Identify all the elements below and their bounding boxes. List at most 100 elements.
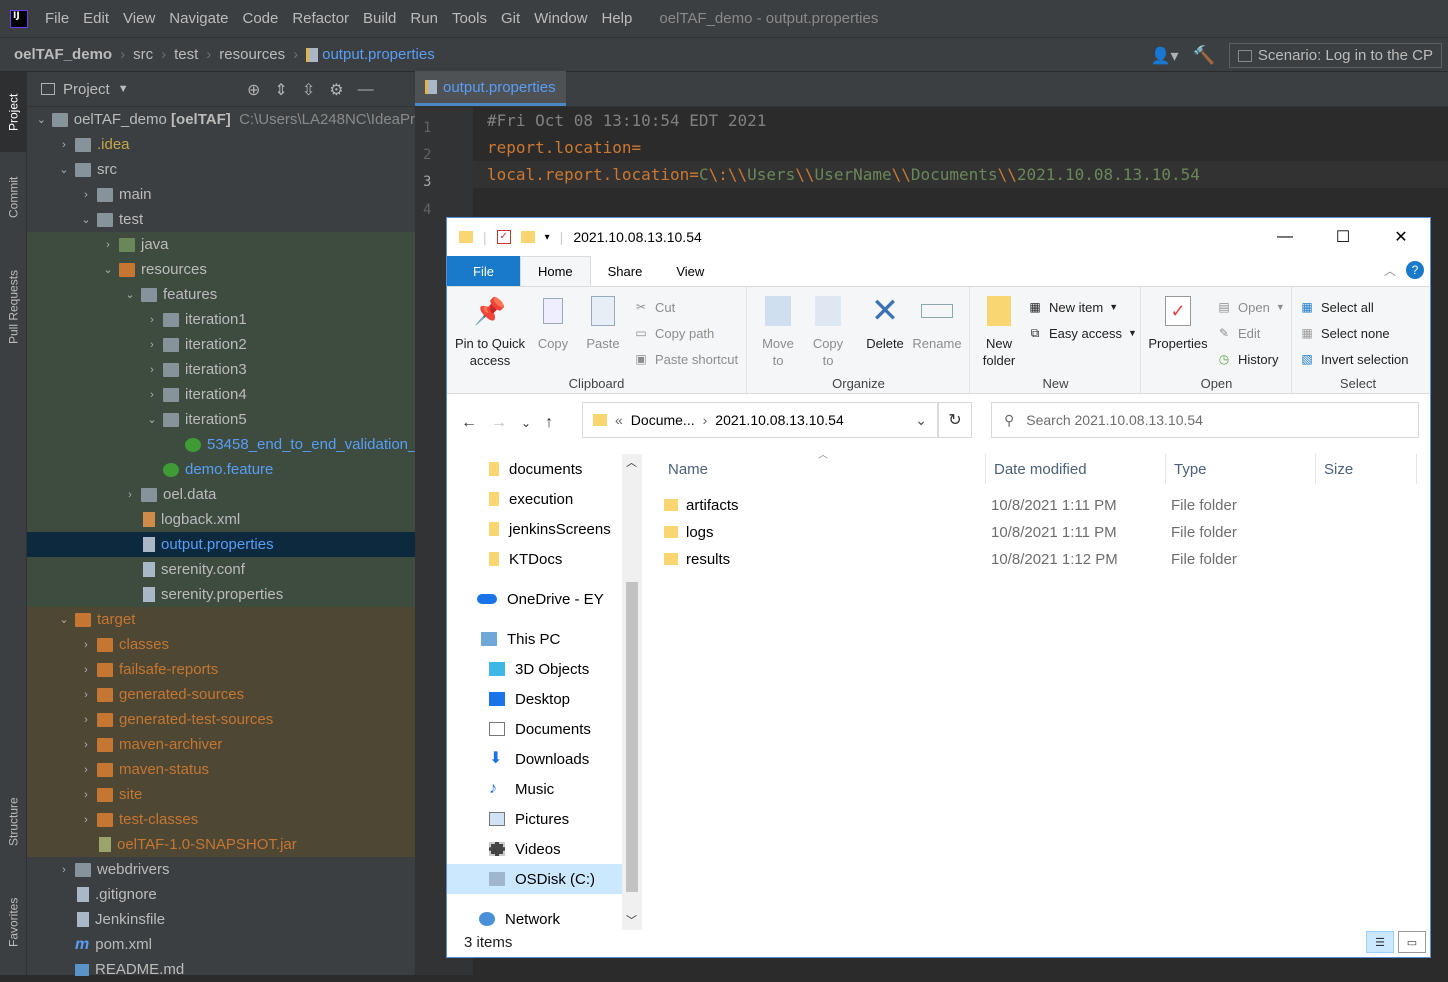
tree-item[interactable]: › maven-archiver	[27, 732, 415, 757]
new-folder-quick-icon[interactable]	[520, 231, 535, 243]
tree-item[interactable]: demo.feature	[27, 457, 415, 482]
nav-item[interactable]: Documents	[447, 714, 622, 744]
large-icons-view-icon[interactable]: ▭	[1398, 931, 1426, 953]
code-line-3[interactable]: local.report.location=C\:\\Users\\UserNa…	[487, 165, 1200, 184]
file-row[interactable]: logs 10/8/2021 1:11 PM File folder	[664, 519, 1414, 546]
cut-button[interactable]: ✂ Cut	[633, 299, 675, 315]
tree-item[interactable]: serenity.conf	[27, 557, 415, 582]
collapse-all-icon[interactable]: ⇳	[302, 80, 315, 100]
chevron-down-icon[interactable]: ﹀	[626, 912, 637, 928]
tree-item[interactable]: ⌄ test	[27, 207, 415, 232]
tree-item[interactable]: › main	[27, 182, 415, 207]
easy-access-button[interactable]: ⧉ Easy access ▼	[1027, 325, 1137, 341]
tree-item[interactable]: serenity.properties	[27, 582, 415, 607]
column-divider[interactable]	[985, 454, 986, 484]
column-divider[interactable]	[1416, 454, 1417, 484]
tree-item[interactable]: › maven-status	[27, 757, 415, 782]
chevron-down-icon[interactable]: ▾	[545, 232, 550, 243]
details-view-icon[interactable]: ☰	[1366, 931, 1394, 953]
paste-button[interactable]: Paste	[581, 293, 625, 352]
copy-to-button[interactable]: Copy to	[806, 293, 850, 369]
move-to-button[interactable]: Move to	[756, 293, 800, 369]
column-divider[interactable]	[1165, 454, 1166, 484]
refresh-icon[interactable]: ↻	[938, 402, 972, 438]
nav-item[interactable]: jenkinsScreens	[447, 514, 622, 544]
select-none-button[interactable]: ▦ Select none	[1299, 325, 1389, 341]
tree-item[interactable]: › site	[27, 782, 415, 807]
recent-locations-chevron-icon[interactable]: ⌄	[521, 416, 531, 430]
file-row[interactable]: artifacts 10/8/2021 1:11 PM File folder	[664, 492, 1414, 519]
minimize-icon[interactable]: —	[358, 81, 374, 99]
delete-button[interactable]: ✕ Delete	[860, 293, 910, 352]
search-input[interactable]: ⚲ Search 2021.10.08.13.10.54	[991, 402, 1419, 438]
breadcrumb-resources[interactable]: resources	[215, 46, 289, 63]
menu-run[interactable]: Run	[403, 10, 445, 27]
menu-code[interactable]: Code	[235, 10, 285, 27]
menu-refactor[interactable]: Refactor	[285, 10, 356, 27]
code-line-2[interactable]: report.location=	[487, 138, 641, 157]
edit-button[interactable]: ✎ Edit	[1216, 325, 1260, 341]
help-icon[interactable]: ?	[1406, 261, 1424, 279]
nav-item[interactable]: execution	[447, 484, 622, 514]
minimize-icon[interactable]: —	[1256, 218, 1314, 256]
project-panel-title[interactable]: Project	[63, 81, 110, 98]
menu-window[interactable]: Window	[527, 10, 594, 27]
paste-shortcut-button[interactable]: ▣ Paste shortcut	[633, 351, 738, 367]
pin-quick-access-button[interactable]: 📌 Pin to Quick access	[453, 293, 527, 369]
tree-item[interactable]: README.md	[27, 957, 415, 982]
ribbon-tab-file[interactable]: File	[447, 256, 520, 286]
tree-item[interactable]: › failsafe-reports	[27, 657, 415, 682]
menu-help[interactable]: Help	[595, 10, 640, 27]
properties-check-icon[interactable]: ✓	[496, 230, 511, 244]
nav-item[interactable]: OneDrive - EY	[447, 584, 622, 614]
open-button[interactable]: ▤ Open ▼	[1216, 299, 1284, 315]
tree-item[interactable]: › iteration3	[27, 357, 415, 382]
ribbon-tab-view[interactable]: View	[659, 256, 721, 286]
new-folder-button[interactable]: New folder	[977, 293, 1021, 369]
tree-item[interactable]: › java	[27, 232, 415, 257]
breadcrumb-src[interactable]: src	[129, 46, 157, 63]
locate-icon[interactable]: ⊕	[247, 80, 260, 100]
editor-tab-output-properties[interactable]: output.properties	[415, 71, 566, 106]
nav-item[interactable]: ♪ Music	[447, 774, 622, 804]
copy-button[interactable]: Copy	[531, 293, 575, 352]
tree-item[interactable]: › generated-sources	[27, 682, 415, 707]
tree-item[interactable]: ⌄ features	[27, 282, 415, 307]
menu-file[interactable]: File	[38, 10, 76, 27]
tree-item[interactable]: › .idea	[27, 132, 415, 157]
tree-item-selected[interactable]: output.properties	[27, 532, 415, 557]
nav-item[interactable]: ⬇ Downloads	[447, 744, 622, 774]
scrollbar-thumb[interactable]	[626, 582, 638, 892]
new-item-button[interactable]: ▦ New item ▼	[1027, 299, 1118, 315]
tree-item[interactable]: › classes	[27, 632, 415, 657]
chevron-up-icon[interactable]: ︿	[626, 454, 637, 470]
toolwindow-favorites-tab[interactable]: Favorites	[0, 882, 27, 962]
menu-build[interactable]: Build	[356, 10, 403, 27]
toolwindow-commit-tab[interactable]: Commit	[0, 162, 27, 232]
nav-item[interactable]: Desktop	[447, 684, 622, 714]
code-line-1[interactable]: #Fri Oct 08 13:10:54 EDT 2021	[487, 111, 766, 130]
column-header-date[interactable]: Date modified	[994, 454, 1087, 484]
tree-item[interactable]: .gitignore	[27, 882, 415, 907]
menu-view[interactable]: View	[116, 10, 162, 27]
ribbon-tab-share[interactable]: Share	[591, 256, 660, 286]
gear-icon[interactable]: ⚙	[329, 80, 343, 100]
chevron-up-icon[interactable]: ︿	[1384, 262, 1396, 279]
toolwindow-structure-tab[interactable]: Structure	[0, 782, 27, 862]
back-arrow-icon[interactable]: ←	[461, 414, 477, 432]
tree-item[interactable]: ⌄ iteration5	[27, 407, 415, 432]
invert-selection-button[interactable]: ▧ Invert selection	[1299, 351, 1408, 367]
column-divider[interactable]	[1315, 454, 1316, 484]
tree-item[interactable]: › iteration1	[27, 307, 415, 332]
nav-item[interactable]: Videos	[447, 834, 622, 864]
nav-item[interactable]: This PC	[447, 624, 622, 654]
breadcrumb-current-file[interactable]: output.properties	[302, 46, 439, 63]
nav-pane-scrollbar[interactable]: ︿ ﹀	[622, 454, 642, 930]
expand-all-icon[interactable]: ⇕	[274, 80, 287, 100]
column-header-size[interactable]: Size	[1324, 454, 1353, 484]
user-icon[interactable]: 👤▾	[1151, 46, 1179, 66]
breadcrumb-test[interactable]: test	[170, 46, 202, 63]
run-config-selector[interactable]: Scenario: Log in to the CP	[1228, 43, 1442, 68]
toolwindow-pull-requests-tab[interactable]: Pull Requests	[0, 252, 27, 362]
tree-item[interactable]: › iteration2	[27, 332, 415, 357]
